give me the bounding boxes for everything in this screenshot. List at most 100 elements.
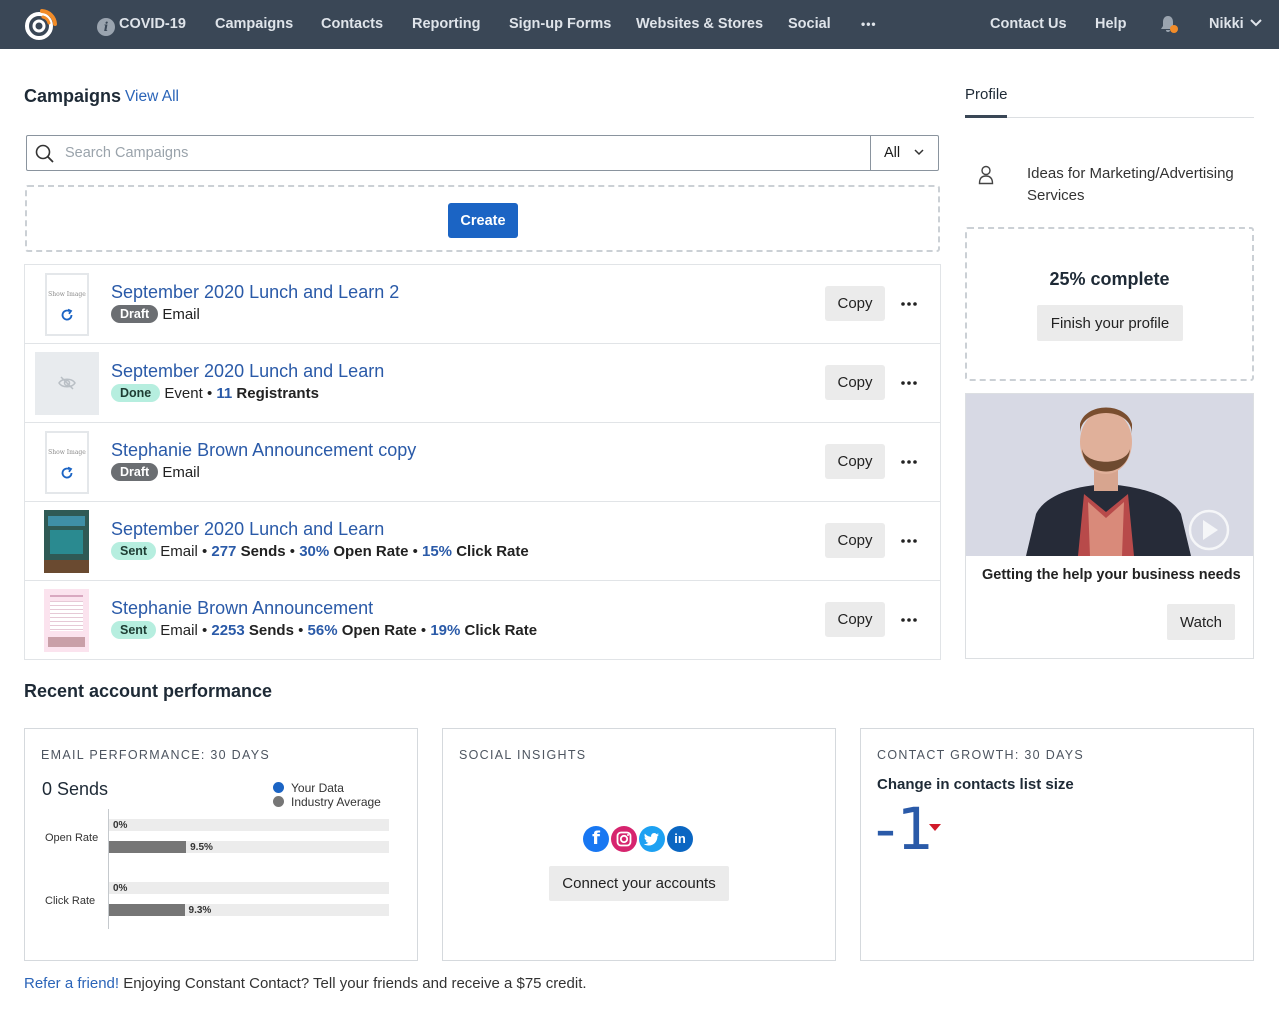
help-video-card: Getting the help your business needs Wat…	[965, 393, 1254, 659]
video-title: Getting the help your business needs	[982, 567, 1241, 583]
nav-covid[interactable]: i COVID-19	[97, 0, 186, 49]
legend-industry: Industry Average	[273, 795, 381, 809]
facebook-icon[interactable]: f	[583, 826, 609, 852]
sends-label: Sends	[248, 622, 294, 639]
click-rate-label: Click Rate	[464, 622, 538, 639]
email-performance-card: EMAIL PERFORMANCE: 30 DAYS 0 Sends Your …	[24, 728, 418, 961]
thumbnail-placeholder-text: Show Image	[48, 449, 86, 456]
tab-profile[interactable]: Profile	[965, 86, 1008, 103]
person-icon	[978, 165, 994, 185]
status-badge: Draft	[111, 305, 159, 323]
thumbnail-header	[48, 516, 85, 526]
nav-contacts[interactable]: Contacts	[321, 0, 383, 49]
video-presenter-image	[966, 394, 1253, 556]
open-rate-value: 30%	[299, 543, 330, 560]
campaign-thumbnail[interactable]: Show Image	[45, 431, 89, 494]
campaigns-title: Campaigns	[24, 86, 122, 106]
nav-websites-stores[interactable]: Websites & Stores	[636, 0, 763, 49]
more-options-icon[interactable]	[900, 296, 918, 312]
campaign-meta: Sent Email • 277 Sends • 30% Open Rate •…	[111, 542, 529, 560]
refresh-icon	[61, 308, 73, 321]
status-badge: Done	[111, 384, 161, 402]
chevron-down-icon	[914, 149, 924, 156]
campaign-row: Show Image Stephanie Brown Announcement …	[25, 423, 940, 502]
click-rate-label: Click Rate	[456, 543, 529, 560]
chevron-down-icon[interactable]	[1250, 19, 1262, 27]
campaign-row: September 2020 Lunch and Learn Done Even…	[25, 344, 940, 423]
campaign-title-link[interactable]: September 2020 Lunch and Learn	[111, 519, 384, 540]
status-badge: Sent	[111, 621, 157, 639]
chart-category-label: Click Rate	[45, 895, 96, 907]
campaign-title-link[interactable]: Stephanie Brown Announcement	[111, 598, 373, 619]
campaign-list: Show Image September 2020 Lunch and Lear…	[24, 264, 941, 660]
thumbnail-body	[50, 530, 83, 554]
nav-reporting[interactable]: Reporting	[412, 0, 480, 49]
chart-category-label: Open Rate	[45, 832, 99, 844]
legend-industry-label: Industry Average	[291, 795, 381, 809]
more-options-icon[interactable]	[900, 454, 918, 470]
more-options-icon[interactable]	[900, 533, 918, 549]
copy-button[interactable]: Copy	[825, 602, 885, 637]
sends-count: 277	[211, 543, 237, 560]
copy-button[interactable]: Copy	[825, 444, 885, 479]
sends-label: Sends	[240, 543, 286, 560]
search-icon	[35, 144, 54, 163]
create-button[interactable]: Create	[448, 203, 518, 238]
refresh-icon	[61, 466, 73, 479]
nav-user-menu[interactable]: Nikki	[1209, 0, 1244, 49]
nav-covid-label: COVID-19	[119, 16, 186, 32]
campaign-title-link[interactable]: Stephanie Brown Announcement copy	[111, 440, 416, 461]
campaign-title-link[interactable]: September 2020 Lunch and Learn 2	[111, 282, 399, 303]
bar-industry-open-rate	[109, 841, 187, 853]
info-icon: i	[97, 18, 115, 36]
bar-track: 0%	[109, 819, 389, 831]
legend-dot-yours	[273, 782, 284, 793]
campaign-thumbnail[interactable]	[35, 352, 99, 415]
copy-button[interactable]: Copy	[825, 286, 885, 321]
campaign-meta: Draft Email	[111, 463, 200, 481]
performance-title: Recent account performance	[24, 681, 273, 701]
refer-friend-link[interactable]: Refer a friend!	[24, 975, 119, 992]
eye-slash-icon	[58, 376, 76, 390]
nav-signup-forms[interactable]: Sign-up Forms	[509, 0, 611, 49]
thumbnail-photo	[48, 637, 85, 647]
constant-contact-logo[interactable]	[22, 7, 58, 43]
campaign-filter-value: All	[884, 145, 901, 161]
tab-active-indicator	[965, 115, 1007, 118]
nav-social[interactable]: Social	[788, 0, 831, 49]
copy-button[interactable]: Copy	[825, 523, 885, 558]
bar-track: 9.5%	[109, 841, 389, 853]
open-rate-label: Open Rate	[333, 543, 409, 560]
profile-percent-complete: 25% complete	[1049, 269, 1170, 289]
profile-ideas-link[interactable]: Ideas for Marketing/Advertising Services	[1027, 163, 1252, 207]
campaign-filter-select[interactable]: All	[870, 136, 938, 170]
nav-campaigns[interactable]: Campaigns	[215, 0, 293, 49]
campaign-meta: Draft Email	[111, 305, 200, 323]
click-rate-value: 15%	[422, 543, 453, 560]
more-options-icon[interactable]	[900, 375, 918, 391]
bar-track: 0%	[109, 882, 389, 894]
view-all-link[interactable]: View All	[125, 88, 179, 106]
instagram-icon[interactable]	[611, 826, 637, 852]
campaign-thumbnail[interactable]	[44, 510, 89, 573]
campaign-thumbnail[interactable]: Show Image	[45, 273, 89, 336]
finish-profile-button[interactable]: Finish your profile	[1037, 305, 1183, 341]
more-options-icon[interactable]	[900, 612, 918, 628]
search-campaigns-input[interactable]	[65, 136, 885, 170]
nav-more-icon[interactable]: •••	[861, 0, 877, 49]
video-thumbnail[interactable]	[966, 394, 1253, 556]
legend-dot-industry	[273, 796, 284, 807]
linkedin-icon[interactable]: in	[667, 826, 693, 852]
copy-button[interactable]: Copy	[825, 365, 885, 400]
campaign-title-link[interactable]: September 2020 Lunch and Learn	[111, 361, 384, 382]
profile-completion-card: 25% complete Finish your profile	[965, 227, 1254, 381]
watch-button[interactable]: Watch	[1167, 604, 1235, 640]
contact-growth-card: CONTACT GROWTH: 30 DAYS Change in contac…	[860, 728, 1254, 961]
campaign-thumbnail[interactable]	[44, 589, 89, 652]
nav-contact-us[interactable]: Contact Us	[990, 0, 1067, 49]
refer-friend-banner: Refer a friend! Enjoying Constant Contac…	[24, 975, 587, 992]
bar-label: 0%	[113, 883, 128, 894]
connect-accounts-button[interactable]: Connect your accounts	[549, 866, 729, 901]
twitter-icon[interactable]	[639, 826, 665, 852]
nav-help[interactable]: Help	[1095, 0, 1126, 49]
